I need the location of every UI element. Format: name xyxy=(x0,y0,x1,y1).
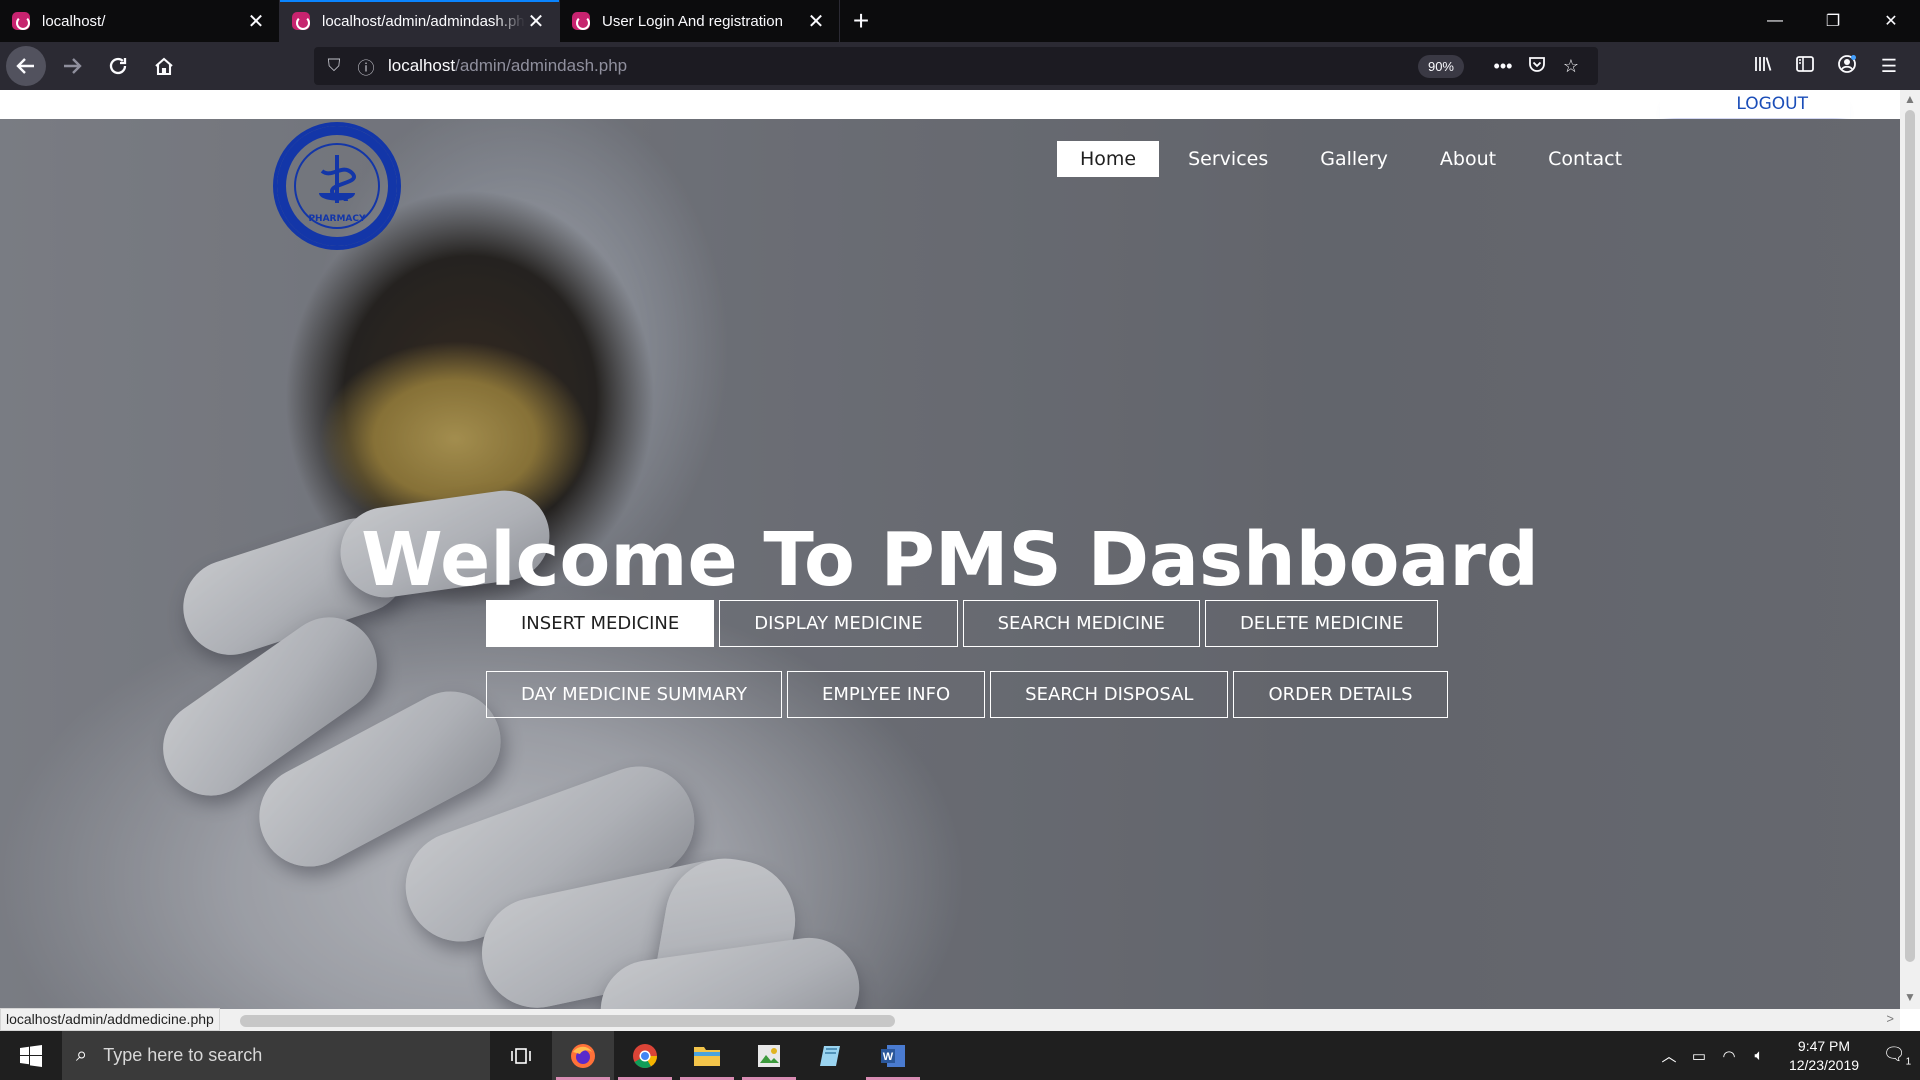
logo-text: PHARMACY xyxy=(308,214,366,224)
search-icon: ⌕ xyxy=(76,1044,88,1066)
action-buttons-row-1: INSERT MEDICINE DISPLAY MEDICINE SEARCH … xyxy=(486,600,1443,647)
url-path: /admin/admindash.php xyxy=(455,56,628,75)
firefox-taskbar-icon[interactable] xyxy=(552,1031,614,1080)
windows-logo-icon xyxy=(20,1044,42,1067)
tab-title: localhost/admin/admindash.php xyxy=(322,12,525,30)
tab-title: localhost/ xyxy=(42,12,106,30)
word-taskbar-icon[interactable]: W xyxy=(862,1031,924,1080)
notepad-app-icon[interactable] xyxy=(800,1031,862,1080)
new-tab-button[interactable]: + xyxy=(840,0,882,42)
pocket-icon[interactable] xyxy=(1520,55,1554,78)
image-app-icon[interactable] xyxy=(738,1031,800,1080)
scroll-up-icon[interactable]: ▲ xyxy=(1900,92,1920,106)
tab-localhost[interactable]: localhost/ ✕ xyxy=(0,0,280,42)
vertical-scroll-thumb[interactable] xyxy=(1905,110,1915,962)
display-medicine-button[interactable]: DISPLAY MEDICINE xyxy=(719,600,958,647)
tab-title: User Login And registration xyxy=(602,12,783,30)
notification-center-icon[interactable]: 🗨︎1 xyxy=(1874,1044,1920,1068)
close-tab-icon[interactable]: ✕ xyxy=(525,9,547,34)
system-tray: ︿ ▭ ◠ 🔈︎ 9:47 PM 12/23/2019 🗨︎1 xyxy=(1654,1037,1920,1075)
window-controls: — ❐ ✕ xyxy=(1746,0,1920,42)
toolbar-right: ☰ xyxy=(1742,42,1910,90)
home-icon xyxy=(155,57,173,76)
navigation-toolbar: ⛉ ⓘ localhost/admin/admindash.php 90% ••… xyxy=(0,42,1920,90)
logout-link[interactable]: LOGOUT xyxy=(1660,94,1850,118)
battery-icon[interactable]: ▭ xyxy=(1684,1047,1714,1065)
main-nav: Home Services Gallery About Contact xyxy=(1057,141,1651,177)
page-title: Welcome To PMS Dashboard xyxy=(361,517,1539,603)
tab-admindash[interactable]: localhost/admin/admindash.php ✕ xyxy=(280,0,560,42)
forward-button[interactable] xyxy=(52,46,92,86)
tracking-shield-icon[interactable]: ⛉ xyxy=(324,56,344,76)
insert-medicine-button[interactable]: INSERT MEDICINE xyxy=(486,600,715,647)
home-button[interactable] xyxy=(144,46,184,86)
caduceus-logo-icon: PHARMACY xyxy=(294,143,380,229)
library-icon[interactable] xyxy=(1742,54,1784,79)
order-details-button[interactable]: ORDER DETAILS xyxy=(1233,671,1448,718)
pharmacy-logo[interactable]: PHARMACY xyxy=(273,122,401,250)
reload-icon xyxy=(109,57,127,75)
chevron-up-icon[interactable]: ︿ xyxy=(1654,1045,1684,1066)
close-window-icon[interactable]: ✕ xyxy=(1862,0,1920,42)
taskbar-search[interactable]: ⌕ Type here to search xyxy=(62,1031,490,1080)
page-viewport: LOGOUT PHARMACY Home Services Gallery Ab… xyxy=(0,90,1920,1031)
scroll-right-icon[interactable]: > xyxy=(1886,1011,1894,1026)
start-button[interactable] xyxy=(0,1031,62,1080)
site-info-icon[interactable]: ⓘ xyxy=(356,54,376,79)
bookmark-star-icon[interactable]: ☆ xyxy=(1554,56,1588,77)
task-view-icon[interactable] xyxy=(490,1031,552,1080)
svg-text:W: W xyxy=(883,1051,894,1063)
wifi-icon[interactable]: ◠ xyxy=(1714,1047,1744,1065)
search-placeholder: Type here to search xyxy=(103,1045,263,1065)
horizontal-scroll-thumb[interactable] xyxy=(240,1015,895,1027)
nav-contact[interactable]: Contact xyxy=(1525,141,1645,177)
tab-user-login[interactable]: User Login And registration ✕ xyxy=(560,0,840,42)
employee-info-button[interactable]: EMPLYEE INFO xyxy=(787,671,986,718)
windows-taskbar: ⌕ Type here to search W ︿ ▭ ◠ 🔈︎ 9:47 PM… xyxy=(0,1031,1920,1080)
clock[interactable]: 9:47 PM 12/23/2019 xyxy=(1774,1037,1874,1075)
back-button[interactable] xyxy=(6,46,46,86)
chrome-taskbar-icon[interactable] xyxy=(614,1031,676,1080)
sidebar-icon[interactable] xyxy=(1784,54,1826,79)
page-actions-icon[interactable]: ••• xyxy=(1486,56,1520,77)
zoom-level-badge[interactable]: 90% xyxy=(1417,54,1464,78)
day-medicine-summary-button[interactable]: DAY MEDICINE SUMMARY xyxy=(486,671,783,718)
forward-arrow-icon xyxy=(64,58,82,74)
back-arrow-icon xyxy=(16,58,34,74)
file-explorer-icon[interactable] xyxy=(676,1031,738,1080)
clock-date: 12/23/2019 xyxy=(1788,1056,1860,1073)
scroll-down-icon[interactable]: ▼ xyxy=(1900,990,1920,1004)
clock-time: 9:47 PM xyxy=(1797,1037,1851,1054)
nav-services[interactable]: Services xyxy=(1165,141,1291,177)
delete-medicine-button[interactable]: DELETE MEDICINE xyxy=(1204,600,1439,647)
address-bar[interactable]: ⛉ ⓘ localhost/admin/admindash.php 90% ••… xyxy=(314,47,1598,85)
hero-section: PHARMACY Home Services Gallery About Con… xyxy=(0,119,1900,1031)
pocket-favicon-icon xyxy=(12,12,30,30)
url-host: localhost xyxy=(388,56,456,75)
close-tab-icon[interactable]: ✕ xyxy=(245,9,267,34)
restore-icon[interactable]: ❐ xyxy=(1804,0,1862,42)
status-link-preview: localhost/admin/addmedicine.php xyxy=(0,1008,220,1031)
nav-gallery[interactable]: Gallery xyxy=(1297,141,1411,177)
reload-button[interactable] xyxy=(98,46,138,86)
close-tab-icon[interactable]: ✕ xyxy=(805,9,827,34)
horizontal-scrollbar[interactable]: > xyxy=(0,1009,1900,1031)
pocket-favicon-icon xyxy=(572,12,590,30)
pocket-favicon-icon xyxy=(292,12,310,30)
action-buttons-row-2: DAY MEDICINE SUMMARY EMPLYEE INFO SEARCH… xyxy=(486,671,1453,718)
search-disposal-button[interactable]: SEARCH DISPOSAL xyxy=(990,671,1229,718)
volume-icon[interactable]: 🔈︎ xyxy=(1744,1047,1774,1064)
notification-count: 1 xyxy=(1905,1056,1912,1068)
search-medicine-button[interactable]: SEARCH MEDICINE xyxy=(962,600,1200,647)
nav-about[interactable]: About xyxy=(1417,141,1519,177)
nav-home[interactable]: Home xyxy=(1057,141,1160,177)
tab-bar: localhost/ ✕ localhost/admin/admindash.p… xyxy=(0,0,1920,42)
top-strip: LOGOUT xyxy=(0,90,1900,119)
account-icon[interactable] xyxy=(1826,54,1868,79)
hamburger-menu-icon[interactable]: ☰ xyxy=(1868,56,1910,77)
vertical-scrollbar[interactable]: ▲ ▼ xyxy=(1900,90,1920,1009)
minimize-icon[interactable]: — xyxy=(1746,0,1804,42)
